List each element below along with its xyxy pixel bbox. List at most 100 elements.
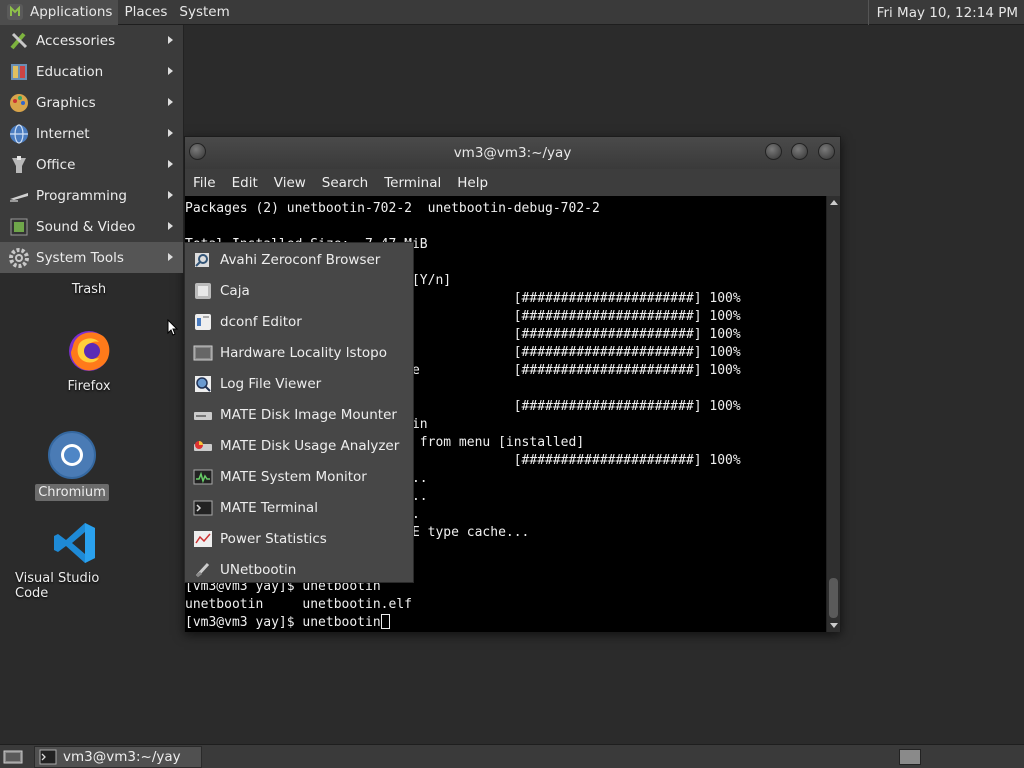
terminal-icon bbox=[39, 749, 57, 765]
terminal-prompt: [vm3@vm3 yay]$ unetbootin bbox=[185, 615, 381, 630]
firefox-icon bbox=[69, 331, 110, 371]
apps-item-sound-video[interactable]: Sound & Video bbox=[0, 211, 183, 242]
submenu-item-label: Log File Viewer bbox=[220, 375, 322, 392]
applications-menu[interactable]: Applications bbox=[0, 0, 119, 25]
desktop-firefox[interactable]: Firefox bbox=[49, 326, 129, 395]
apps-item-accessories[interactable]: Accessories bbox=[0, 25, 183, 56]
submenu-arrow-icon bbox=[168, 98, 173, 106]
scroll-down-icon[interactable] bbox=[830, 623, 838, 628]
apps-item-education[interactable]: Education bbox=[0, 56, 183, 87]
vscode-label: Visual Studio Code bbox=[15, 571, 100, 601]
dconf-icon bbox=[192, 312, 214, 332]
disk-mounter-icon bbox=[192, 405, 214, 425]
scrollbar-thumb[interactable] bbox=[829, 578, 838, 618]
education-icon bbox=[8, 61, 30, 83]
apps-item-label: Programming bbox=[36, 187, 127, 204]
submenu-arrow-icon bbox=[168, 191, 173, 199]
power-stats-icon bbox=[192, 529, 214, 549]
text-cursor bbox=[380, 614, 390, 629]
clock-text: Fri May 10, 12:14 PM bbox=[876, 4, 1018, 21]
apps-item-label: Graphics bbox=[36, 94, 96, 111]
apps-item-label: Education bbox=[36, 63, 104, 80]
taskbar-terminal-label: vm3@vm3:~/yay bbox=[63, 749, 181, 765]
mouse-pointer-icon bbox=[167, 319, 179, 336]
caja-icon bbox=[192, 281, 214, 301]
chromium-icon bbox=[48, 431, 96, 479]
apps-item-internet[interactable]: Internet bbox=[0, 118, 183, 149]
menu-terminal[interactable]: Terminal bbox=[376, 175, 449, 191]
submenu-arrow-icon bbox=[168, 129, 173, 137]
sound-video-icon bbox=[8, 216, 30, 238]
workspace-switcher[interactable] bbox=[899, 749, 921, 765]
top-panel: Applications Places System Fri May 10, 1… bbox=[0, 0, 1024, 25]
window-menu-button[interactable] bbox=[189, 143, 206, 160]
desktop-chromium[interactable]: Chromium bbox=[32, 430, 112, 501]
submenu-item-label: MATE Terminal bbox=[220, 499, 318, 516]
system-monitor-icon bbox=[192, 467, 214, 487]
menu-edit[interactable]: Edit bbox=[224, 175, 266, 191]
places-menu[interactable]: Places bbox=[118, 0, 173, 25]
submenu-item-disk-image-mounter[interactable]: MATE Disk Image Mounter bbox=[185, 399, 413, 430]
system-label: System bbox=[179, 4, 230, 20]
terminal-line: Packages (2) unetbootin-702-2 unetbootin… bbox=[185, 201, 600, 216]
applications-label: Applications bbox=[30, 4, 113, 20]
submenu-item-caja[interactable]: Caja bbox=[185, 275, 413, 306]
terminal-menubar: File Edit View Search Terminal Help bbox=[185, 169, 840, 196]
terminal-titlebar[interactable]: vm3@vm3:~/yay bbox=[185, 137, 840, 169]
submenu-item-unetbootin[interactable]: UNetbootin bbox=[185, 554, 413, 585]
submenu-item-mate-terminal[interactable]: MATE Terminal bbox=[185, 492, 413, 523]
terminal-line: unetbootin unetbootin.elf bbox=[185, 597, 412, 612]
show-desktop-icon[interactable] bbox=[3, 748, 23, 765]
clock[interactable]: Fri May 10, 12:14 PM bbox=[867, 0, 1024, 25]
unetbootin-icon bbox=[192, 560, 214, 580]
submenu-item-disk-usage-analyzer[interactable]: MATE Disk Usage Analyzer bbox=[185, 430, 413, 461]
apps-item-office[interactable]: Office bbox=[0, 149, 183, 180]
scroll-up-icon[interactable] bbox=[830, 200, 838, 205]
bottom-panel: vm3@vm3:~/yay bbox=[0, 744, 1024, 768]
submenu-item-hardware-locality[interactable]: Hardware Locality lstopo bbox=[185, 337, 413, 368]
terminal-title: vm3@vm3:~/yay bbox=[453, 145, 572, 161]
taskbar-terminal-button[interactable]: vm3@vm3:~/yay bbox=[34, 746, 202, 768]
system-tools-icon bbox=[8, 247, 30, 269]
submenu-item-power-statistics[interactable]: Power Statistics bbox=[185, 523, 413, 554]
submenu-item-label: Avahi Zeroconf Browser bbox=[220, 251, 381, 268]
vscode-icon bbox=[54, 523, 95, 563]
menu-search[interactable]: Search bbox=[314, 175, 376, 191]
minimize-button[interactable] bbox=[765, 143, 782, 160]
accessories-icon bbox=[8, 30, 30, 52]
menu-help[interactable]: Help bbox=[449, 175, 496, 191]
disk-usage-icon bbox=[192, 436, 214, 456]
submenu-item-dconf[interactable]: dconf Editor bbox=[185, 306, 413, 337]
places-label: Places bbox=[124, 4, 168, 20]
apps-item-label: Accessories bbox=[36, 32, 116, 49]
system-menu[interactable]: System bbox=[173, 0, 235, 25]
programming-icon bbox=[8, 185, 30, 207]
submenu-item-label: MATE Disk Image Mounter bbox=[220, 406, 397, 423]
menu-file[interactable]: File bbox=[185, 175, 224, 191]
menu-view[interactable]: View bbox=[266, 175, 314, 191]
terminal-prompt-line[interactable]: [vm3@vm3 yay]$ unetbootin bbox=[185, 614, 827, 632]
apps-item-graphics[interactable]: Graphics bbox=[0, 87, 183, 118]
apps-item-label: Sound & Video bbox=[36, 218, 136, 235]
submenu-item-label: MATE System Monitor bbox=[220, 468, 367, 485]
apps-item-label: System Tools bbox=[36, 249, 124, 266]
maximize-button[interactable] bbox=[791, 143, 808, 160]
submenu-item-avahi[interactable]: Avahi Zeroconf Browser bbox=[185, 244, 413, 275]
submenu-item-label: Caja bbox=[220, 282, 250, 299]
close-button[interactable] bbox=[818, 143, 835, 160]
desktop-trash[interactable]: Trash bbox=[58, 277, 120, 298]
submenu-item-system-monitor[interactable]: MATE System Monitor bbox=[185, 461, 413, 492]
system-tools-submenu: Avahi Zeroconf Browser Caja dconf Editor… bbox=[184, 242, 414, 583]
terminal-scrollbar[interactable] bbox=[826, 196, 840, 632]
submenu-item-log-viewer[interactable]: Log File Viewer bbox=[185, 368, 413, 399]
firefox-label: Firefox bbox=[67, 379, 111, 394]
desktop-vscode[interactable]: Visual Studio Code bbox=[12, 520, 138, 602]
submenu-arrow-icon bbox=[168, 222, 173, 230]
apps-item-system-tools[interactable]: System Tools bbox=[0, 242, 183, 273]
graphics-icon bbox=[8, 92, 30, 114]
internet-icon bbox=[8, 123, 30, 145]
apps-item-programming[interactable]: Programming bbox=[0, 180, 183, 211]
mate-logo-icon bbox=[7, 4, 23, 20]
chromium-label: Chromium bbox=[35, 484, 109, 501]
